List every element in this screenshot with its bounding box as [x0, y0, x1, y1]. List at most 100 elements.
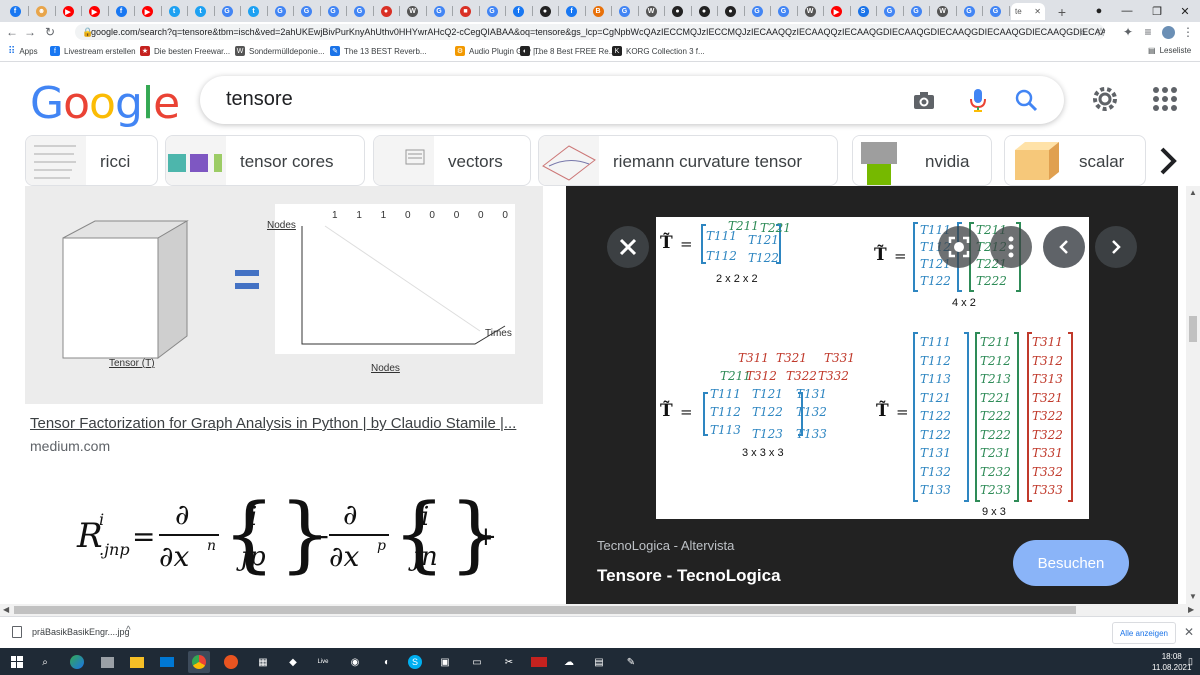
minimize-button[interactable]: — — [1112, 0, 1142, 22]
active-tab[interactable]: te ✕ — [1011, 3, 1045, 20]
apps-launcher-icon[interactable] — [1152, 86, 1178, 112]
preview-title[interactable]: Tensore - TecnoLogica — [597, 566, 781, 586]
app-icon[interactable]: ✂ — [498, 651, 520, 673]
ubuntu-icon[interactable] — [220, 651, 242, 673]
next-image-button[interactable] — [1095, 226, 1137, 268]
scroll-right-arrow[interactable]: ▶ — [1188, 605, 1194, 614]
browser-tab[interactable]: ● — [534, 3, 556, 20]
browser-tab[interactable]: G — [905, 3, 927, 20]
avatar[interactable] — [1160, 24, 1176, 40]
bookmark-item[interactable]: W Sondermülldeponie... — [235, 46, 325, 56]
browser-tab[interactable]: ▶ — [84, 3, 106, 20]
search-input[interactable]: tensore — [226, 88, 293, 111]
result-image-tensor-factorization[interactable]: 1 1 1 0 0 0 0 0 Nodes Tensor (T) Nodes T… — [25, 186, 543, 404]
back-icon[interactable]: ← — [4, 24, 20, 40]
reload-icon[interactable]: ↻ — [42, 24, 58, 40]
result-title-link[interactable]: Tensor Factorization for Graph Analysis … — [30, 415, 516, 432]
search-taskbar-icon[interactable]: ⌕ — [34, 651, 56, 673]
search-icon[interactable] — [1012, 86, 1040, 114]
horizontal-scrollbar-thumb[interactable] — [14, 606, 1076, 614]
app-icon[interactable]: ▣ — [434, 651, 456, 673]
profile-icon[interactable]: ● — [1084, 0, 1114, 22]
browser-tab[interactable]: G — [296, 3, 318, 20]
bookmark-item[interactable]: ★ Die besten Freewar... — [140, 46, 230, 56]
browser-tab[interactable]: ☻ — [31, 3, 53, 20]
app-icon[interactable] — [528, 651, 550, 673]
scrollbar-thumb[interactable] — [1189, 316, 1197, 342]
notification-icon[interactable]: ▯ — [1188, 656, 1193, 667]
app-icon[interactable]: ✎ — [620, 651, 642, 673]
chips-next-button[interactable] — [1148, 135, 1188, 186]
close-tab-icon[interactable]: ✕ — [1034, 7, 1041, 16]
chip-vectors[interactable]: vectors — [373, 135, 531, 186]
download-item[interactable]: präBasikBasikEngr....jpg — [32, 627, 130, 637]
download-options-icon[interactable]: ^ — [126, 625, 131, 636]
close-download-bar-icon[interactable]: ✕ — [1184, 625, 1194, 639]
forward-icon[interactable]: → — [22, 24, 38, 40]
browser-tab[interactable]: G — [879, 3, 901, 20]
browser-tab[interactable]: G — [773, 3, 795, 20]
browser-tab[interactable]: G — [614, 3, 636, 20]
app-icon[interactable]: ◆ — [282, 651, 304, 673]
browser-tab[interactable]: G — [349, 3, 371, 20]
browser-tab[interactable]: t — [243, 3, 265, 20]
reading-list-toolbar-icon[interactable]: ≡ — [1140, 24, 1156, 40]
visit-button[interactable]: Besuchen — [1013, 540, 1129, 586]
new-tab-button[interactable]: + — [1051, 3, 1073, 20]
microphone-icon[interactable] — [964, 86, 992, 114]
close-window-button[interactable]: ✕ — [1170, 0, 1200, 22]
store-icon[interactable] — [96, 651, 118, 673]
menu-icon[interactable]: ⋮ — [1180, 24, 1196, 40]
browser-tab[interactable]: G — [985, 3, 1007, 20]
browser-tab[interactable]: ● — [375, 3, 397, 20]
explorer-icon[interactable] — [126, 651, 148, 673]
browser-tab[interactable]: ■ — [455, 3, 477, 20]
browser-tab[interactable]: W — [402, 3, 424, 20]
browser-tab[interactable]: f — [4, 3, 26, 20]
browser-tab[interactable]: G — [746, 3, 768, 20]
browser-tab[interactable]: G — [958, 3, 980, 20]
chip-scalar[interactable]: scalar — [1004, 135, 1146, 186]
browser-tab[interactable]: t — [190, 3, 212, 20]
browser-tab[interactable]: f — [561, 3, 583, 20]
zoom-icon[interactable]: ⌕ — [1075, 24, 1091, 40]
preview-source[interactable]: TecnoLogica - Altervista — [597, 538, 734, 553]
browser-tab[interactable]: ● — [720, 3, 742, 20]
chip-nvidia[interactable]: nvidia — [852, 135, 992, 186]
reading-list-button[interactable]: ▤ Leseliste — [1148, 46, 1191, 55]
extensions-icon[interactable]: ✦ — [1120, 24, 1136, 40]
browser-tab[interactable]: S — [852, 3, 874, 20]
app-icon[interactable]: ▤ — [588, 651, 610, 673]
visual-search-button[interactable] — [938, 226, 980, 268]
browser-tab[interactable]: ▶ — [826, 3, 848, 20]
result-source[interactable]: medium.com — [30, 438, 110, 454]
app-icon[interactable]: ◉ — [344, 651, 366, 673]
browser-tab[interactable]: ▶ — [137, 3, 159, 20]
mail-icon[interactable] — [156, 651, 178, 673]
search-box[interactable]: tensore — [200, 76, 1064, 124]
app-icon[interactable]: Live — [312, 651, 334, 673]
browser-tab[interactable]: G — [428, 3, 450, 20]
maximize-button[interactable]: ❐ — [1142, 0, 1172, 22]
browser-tab[interactable]: f — [110, 3, 132, 20]
browser-tab[interactable]: W — [932, 3, 954, 20]
horizontal-scrollbar[interactable]: ◀ ▶ — [0, 604, 1200, 616]
browser-tab[interactable]: G — [481, 3, 503, 20]
browser-tab[interactable]: t — [163, 3, 185, 20]
google-logo[interactable]: Google — [30, 78, 180, 129]
chip-riemann-curvature-tensor[interactable]: riemann curvature tensor — [538, 135, 838, 186]
apps-bookmark[interactable]: ⠿ Apps — [8, 46, 38, 57]
result-image-riemann-formula[interactable]: R i .jnp = ∂ ∂x n { i jp } − ∂ ∂x p { i … — [25, 482, 543, 604]
browser-tab[interactable]: W — [799, 3, 821, 20]
browser-tab[interactable]: G — [216, 3, 238, 20]
windows-start-icon[interactable] — [6, 651, 28, 673]
scroll-down-arrow[interactable]: ▼ — [1189, 592, 1197, 601]
browser-tab[interactable]: ▶ — [57, 3, 79, 20]
bookmark-item[interactable]: ✎ The 13 BEST Reverb... — [330, 46, 427, 56]
skype-icon[interactable]: S — [404, 651, 426, 673]
bookmark-item[interactable]: ◐ The 8 Best FREE Re... — [520, 46, 615, 56]
chrome-icon[interactable] — [188, 651, 210, 673]
browser-tab[interactable]: W — [640, 3, 662, 20]
scroll-left-arrow[interactable]: ◀ — [3, 605, 9, 614]
camera-icon[interactable] — [910, 86, 938, 114]
